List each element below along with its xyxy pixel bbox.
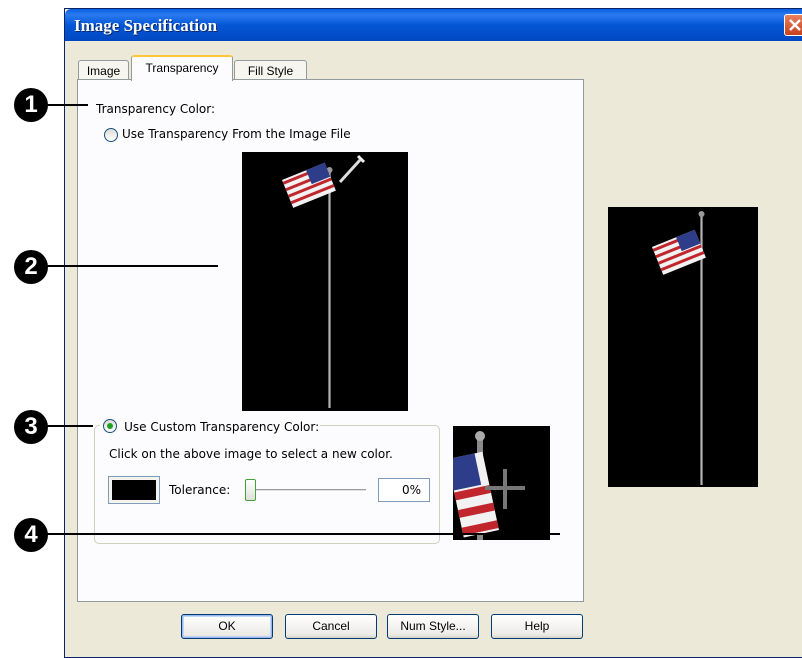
eyedropper-icon bbox=[338, 154, 366, 184]
tolerance-slider-thumb[interactable] bbox=[245, 479, 256, 501]
ok-button[interactable]: OK bbox=[181, 614, 273, 639]
tab-panel-transparency: Transparency Color: Use Transparency Fro… bbox=[77, 79, 584, 602]
dialog-window: Image Specification Image Transparency F… bbox=[64, 8, 802, 658]
use-custom-transparency-label[interactable]: Use Custom Transparency Color: bbox=[124, 420, 319, 434]
image-preview-picker[interactable] bbox=[242, 152, 408, 411]
callout-1: 1 bbox=[14, 88, 48, 122]
num-style-button[interactable]: Num Style... bbox=[387, 614, 479, 639]
callout-1-leader bbox=[46, 104, 88, 106]
zoom-image bbox=[453, 431, 525, 540]
use-file-transparency-radio[interactable] bbox=[104, 128, 118, 142]
selected-color-fill bbox=[112, 480, 156, 500]
title-bar[interactable]: Image Specification bbox=[65, 9, 802, 41]
callout-2: 2 bbox=[14, 250, 48, 284]
use-custom-transparency-radio[interactable] bbox=[103, 419, 117, 433]
close-icon bbox=[789, 19, 801, 31]
zoom-preview bbox=[453, 426, 550, 540]
cancel-button[interactable]: Cancel bbox=[285, 614, 377, 639]
use-file-transparency-label[interactable]: Use Transparency From the Image File bbox=[122, 127, 351, 141]
preview-image bbox=[608, 207, 758, 487]
transparency-color-label: Transparency Color: bbox=[96, 102, 216, 116]
color-swatch-button[interactable] bbox=[108, 476, 160, 504]
callout-4: 4 bbox=[14, 518, 48, 552]
close-button[interactable] bbox=[784, 14, 802, 36]
preview-flagpole bbox=[652, 211, 706, 485]
flagpole-image bbox=[282, 154, 366, 408]
tab-transparency[interactable]: Transparency bbox=[131, 55, 233, 81]
callout-2-leader bbox=[46, 265, 218, 267]
callout-3: 3 bbox=[14, 410, 48, 444]
instruction-text: Click on the above image to select a new… bbox=[109, 447, 393, 461]
tolerance-slider-track[interactable] bbox=[246, 489, 366, 492]
callout-4-leader bbox=[46, 533, 560, 535]
help-button[interactable]: Help bbox=[491, 614, 583, 639]
callout-3-leader bbox=[46, 425, 93, 427]
tolerance-label: Tolerance: bbox=[169, 483, 231, 497]
tolerance-input[interactable]: 0% bbox=[378, 478, 430, 502]
window-title: Image Specification bbox=[74, 16, 218, 35]
